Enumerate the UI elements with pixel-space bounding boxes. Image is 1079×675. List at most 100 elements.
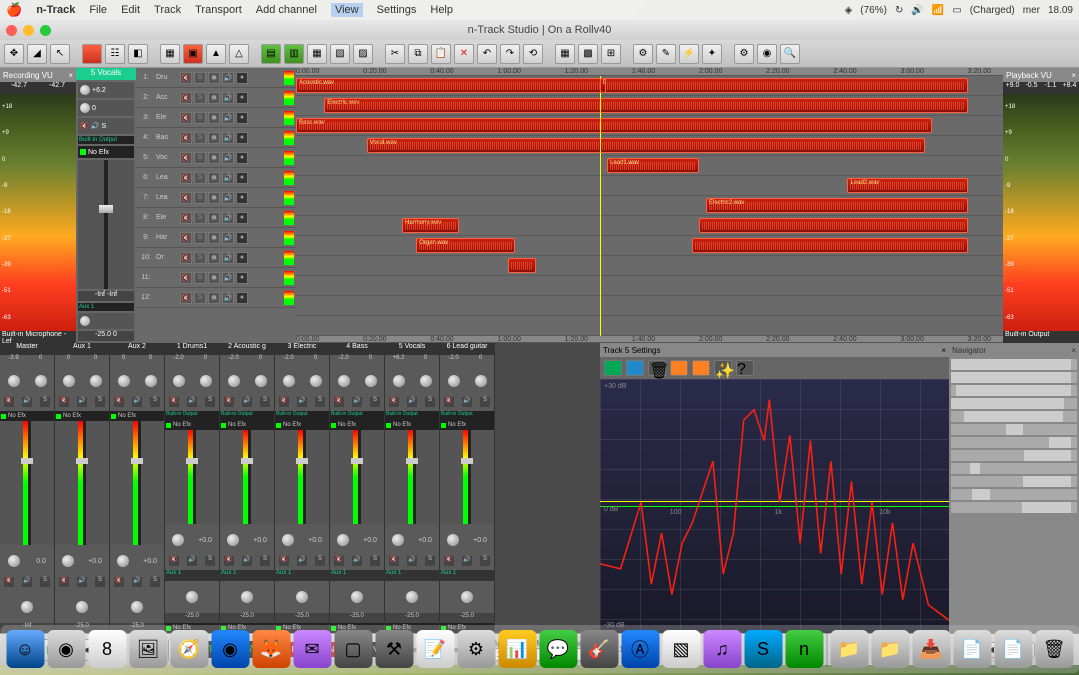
speaker-button[interactable]: 🔊 xyxy=(22,397,32,407)
solo-button[interactable]: S xyxy=(370,556,380,566)
channel-fader[interactable] xyxy=(440,430,494,524)
navigator-row[interactable] xyxy=(951,437,1077,448)
freeze-button[interactable]: ❄ xyxy=(208,132,220,144)
view-3-icon[interactable]: ▧ xyxy=(330,44,350,64)
cut-icon[interactable]: ✂ xyxy=(385,44,405,64)
solo-button[interactable]: S xyxy=(194,252,206,264)
audio-clip[interactable]: Lead1.wav xyxy=(607,158,699,173)
aux-knob[interactable] xyxy=(461,591,473,603)
solo-button[interactable]: S xyxy=(101,123,106,130)
solo-button[interactable]: S xyxy=(194,72,206,84)
channel-name[interactable]: Master xyxy=(0,343,54,355)
tracks-area[interactable]: Acoustic.wavElectric.wavBass.wavVocal.wa… xyxy=(296,76,1003,336)
channel-output[interactable]: Built-in Output xyxy=(385,411,439,420)
aux-label[interactable]: Aux 1 xyxy=(330,570,384,581)
view-tracks-icon[interactable]: ▤ xyxy=(261,44,281,64)
track-row[interactable]: 1: Dru 🔇 S ❄ 🔊 ● xyxy=(136,68,296,88)
aux-knob[interactable] xyxy=(241,591,253,603)
audio-clip[interactable] xyxy=(508,258,536,273)
prefs-icon[interactable]: ◉ xyxy=(757,44,777,64)
mute-button[interactable]: 🔇 xyxy=(180,132,192,144)
channel-output[interactable]: Built-in Output xyxy=(78,136,134,144)
track-row[interactable]: 10: Or 🔇 S ❄ 🔊 ● xyxy=(136,248,296,268)
solo-button[interactable]: S xyxy=(194,172,206,184)
arm-record-button[interactable]: ● xyxy=(236,252,248,264)
aux-label[interactable]: Aux 1 xyxy=(220,570,274,581)
timeline-row[interactable]: Harmony.wav xyxy=(296,216,1003,236)
send-knob[interactable] xyxy=(227,534,239,546)
gain-knob[interactable] xyxy=(145,375,157,387)
close-icon[interactable]: × xyxy=(1071,346,1076,355)
sync-icon[interactable]: ↻ xyxy=(895,5,903,16)
search-tool-icon[interactable]: 🔍 xyxy=(780,44,800,64)
menu-add-channel[interactable]: Add channel xyxy=(256,4,317,16)
speaker-button[interactable]: 🔊 xyxy=(222,212,234,224)
mute-button[interactable]: 🔇 xyxy=(180,152,192,164)
close-icon[interactable]: × xyxy=(68,71,73,80)
pan-knob[interactable] xyxy=(63,375,75,387)
solo-button[interactable]: S xyxy=(425,556,435,566)
timeline-row[interactable] xyxy=(296,296,1003,316)
close-icon[interactable]: × xyxy=(1071,71,1076,80)
downloads-icon[interactable]: 📥 xyxy=(912,630,950,668)
solo-button[interactable]: S xyxy=(150,577,160,587)
mute-button[interactable]: 🔇 xyxy=(114,397,124,407)
navigator-row[interactable] xyxy=(951,502,1077,513)
tool-c-icon[interactable]: ⚡ xyxy=(679,44,699,64)
aux-knob[interactable] xyxy=(406,591,418,603)
solo-button[interactable]: S xyxy=(194,232,206,244)
mute-button[interactable]: 🔇 xyxy=(180,252,192,264)
arm-record-button[interactable]: ● xyxy=(236,152,248,164)
freeze-button[interactable]: ❄ xyxy=(208,272,220,284)
channel-efx[interactable]: No Efx xyxy=(78,146,134,158)
mute-button[interactable]: 🔇 xyxy=(180,72,192,84)
mute-button[interactable]: 🔇 xyxy=(279,397,289,407)
navigator-row[interactable] xyxy=(951,411,1077,422)
safari-icon[interactable]: 🧭 xyxy=(170,630,208,668)
solo-button[interactable]: S xyxy=(480,556,490,566)
channel-name[interactable]: 5 Vocals xyxy=(385,343,439,355)
record-settings-icon[interactable] xyxy=(82,44,102,64)
mute-button[interactable]: 🔇 xyxy=(180,112,192,124)
arm-record-button[interactable]: ● xyxy=(236,92,248,104)
speaker-button[interactable]: 🔊 xyxy=(462,556,472,566)
navigator-row[interactable] xyxy=(951,476,1077,487)
view-2-icon[interactable]: ▦ xyxy=(307,44,327,64)
menu-transport[interactable]: Transport xyxy=(195,4,242,16)
folder1-icon[interactable]: 📁 xyxy=(830,630,868,668)
speaker-button[interactable]: 🔊 xyxy=(222,132,234,144)
doc-icon[interactable]: 📄 xyxy=(953,630,991,668)
pan-knob[interactable] xyxy=(118,375,130,387)
gain-knob[interactable] xyxy=(365,375,377,387)
app1-icon[interactable]: 🎸 xyxy=(580,630,618,668)
track-row[interactable]: 6: Lea 🔇 S ❄ 🔊 ● xyxy=(136,168,296,188)
playhead[interactable]: DrumsL.wav xyxy=(600,76,601,336)
terminal-icon[interactable]: ▢ xyxy=(334,630,372,668)
close-window-button[interactable] xyxy=(6,25,17,36)
preset-a-icon[interactable] xyxy=(670,360,688,376)
navigator-row[interactable] xyxy=(951,385,1077,396)
freeze-button[interactable]: ❄ xyxy=(208,292,220,304)
pan-knob[interactable] xyxy=(448,375,460,387)
aux-knob[interactable] xyxy=(21,601,33,613)
solo-button[interactable]: S xyxy=(425,397,435,407)
menu-track[interactable]: Track xyxy=(154,4,181,16)
mute-button[interactable]: 🔇 xyxy=(80,122,89,130)
freeze-button[interactable]: ❄ xyxy=(208,72,220,84)
channel-output[interactable]: Built-in Output xyxy=(165,411,219,420)
speaker-button[interactable]: 🔊 xyxy=(22,577,32,587)
channel-fader[interactable] xyxy=(385,430,439,524)
speaker-button[interactable]: 🔊 xyxy=(222,192,234,204)
speaker-button[interactable]: 🔊 xyxy=(242,397,252,407)
send-knob[interactable] xyxy=(337,534,349,546)
wand-icon[interactable]: ✨ xyxy=(714,360,732,376)
speaker-button[interactable]: 🔊 xyxy=(77,577,87,587)
timeline-row[interactable]: Bass.wav xyxy=(296,116,1003,136)
mute-button[interactable]: 🔇 xyxy=(334,556,344,566)
vol-knob[interactable] xyxy=(80,103,90,113)
solo-button[interactable]: S xyxy=(95,397,105,407)
solo-button[interactable]: S xyxy=(40,397,50,407)
view-mixer-icon[interactable]: ▥ xyxy=(284,44,304,64)
timeline-row[interactable] xyxy=(296,316,1003,336)
channel-fader[interactable] xyxy=(330,430,384,524)
